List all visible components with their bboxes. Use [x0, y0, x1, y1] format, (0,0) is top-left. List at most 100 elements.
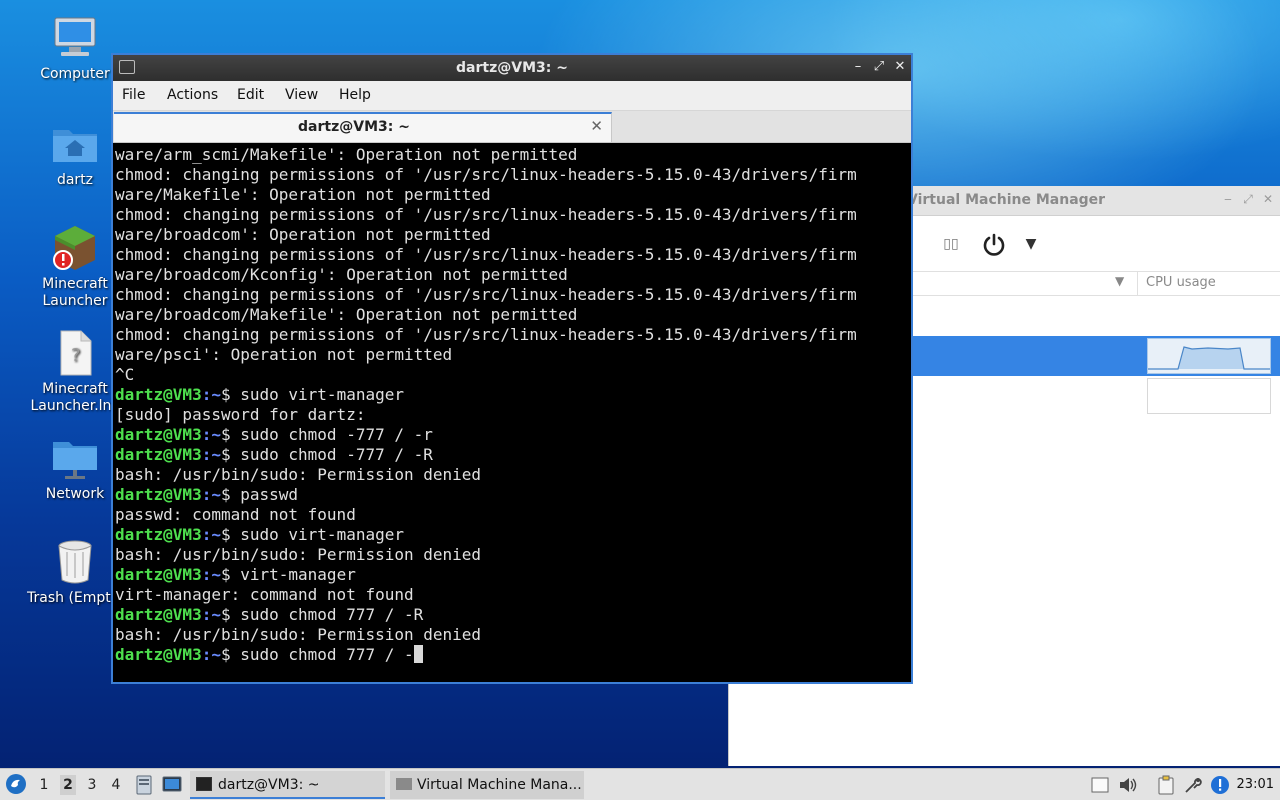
file-manager-launcher-icon[interactable] [136, 775, 152, 795]
workspace-4[interactable]: 4 [108, 777, 124, 793]
line-text: bash: /usr/bin/sudo: Permission denied [115, 625, 482, 644]
desktop-icon-minecraft-lnk[interactable]: ? Minecraft Launcher.lnk [27, 329, 123, 415]
terminal-launcher-icon[interactable] [162, 776, 182, 794]
desktop-icon-label: Network [45, 486, 105, 502]
terminal-output-line: chmod: changing permissions of '/usr/src… [115, 245, 909, 265]
workspace-2[interactable]: 2 [60, 775, 76, 795]
line-text: [sudo] password for dartz: [115, 405, 366, 424]
terminal-output-line: bash: /usr/bin/sudo: Permission denied [115, 545, 909, 565]
home-folder-icon [51, 120, 99, 168]
line-text: $ sudo chmod -777 / -R [220, 445, 433, 464]
maximize-icon[interactable]: ⤢ [871, 59, 887, 75]
line-text: chmod: changing permissions of '/usr/src… [115, 205, 857, 224]
menu-view[interactable]: View [285, 87, 318, 103]
line-text: chmod: changing permissions of '/usr/src… [115, 285, 857, 304]
workspace-1[interactable]: 1 [36, 777, 52, 793]
start-menu-icon[interactable] [5, 773, 27, 795]
prompt-path: :~ [201, 525, 221, 544]
terminal-output-line: passwd: command not found [115, 505, 909, 525]
volume-icon[interactable] [1118, 775, 1138, 795]
terminal-output-line: ware/broadcom/Makefile': Operation not p… [115, 305, 909, 325]
terminal-icon [196, 777, 212, 791]
desktop-icon-label: Minecraft Launcher [42, 276, 108, 309]
terminal-output-line: ^C [115, 365, 909, 385]
terminal-title: dartz@VM3: ~ [456, 60, 568, 76]
cpu-usage-graph [1147, 338, 1271, 374]
line-text: passwd: command not found [115, 505, 356, 524]
desktop-icon-trash[interactable]: Trash (Empty) [27, 538, 123, 607]
trash-icon [51, 538, 99, 586]
desktop-icon-computer[interactable]: Computer [27, 14, 123, 83]
task-terminal[interactable]: dartz@VM3: ~ [190, 771, 385, 799]
line-text: $ passwd [220, 485, 299, 504]
update-alert-icon[interactable] [1210, 775, 1230, 795]
line-text: bash: /usr/bin/sudo: Permission denied [115, 465, 482, 484]
prompt-path: :~ [201, 645, 221, 664]
task-label: dartz@VM3: ~ [218, 777, 320, 793]
terminal-command-line: dartz@VM3:~$ sudo chmod 777 / -R [115, 605, 909, 625]
line-text: $ sudo virt-manager [220, 525, 404, 544]
line-text: $ sudo chmod -777 / -r [220, 425, 433, 444]
minimize-icon[interactable]: – [850, 59, 866, 75]
line-text: $ sudo chmod 777 / - [220, 645, 414, 664]
terminal-menubar: File Actions Edit View Help [113, 81, 911, 111]
taskbar: 1 2 3 4 dartz@VM3: ~ Virtual Machine Man… [0, 768, 1280, 800]
clipboard-icon[interactable] [1156, 775, 1176, 795]
task-virt-manager[interactable]: Virtual Machine Mana... [390, 771, 584, 799]
power-button[interactable] [979, 228, 1009, 260]
desktop-icon-home[interactable]: dartz [27, 120, 123, 189]
virt-manager-icon [396, 778, 412, 790]
line-text: ware/broadcom/Makefile': Operation not p… [115, 305, 578, 324]
column-cpu-usage[interactable]: CPU usage [1137, 272, 1280, 296]
close-icon[interactable]: ✕ [1261, 192, 1275, 206]
desktop-icon-network[interactable]: Network [27, 434, 123, 503]
terminal-command-line: dartz@VM3:~$ sudo chmod -777 / -r [115, 425, 909, 445]
prompt-user: dartz@VM3 [115, 385, 202, 404]
terminal-tab-label: dartz@VM3: ~ [298, 119, 410, 135]
prompt-user: dartz@VM3 [115, 485, 202, 504]
cpu-usage-graph-empty [1147, 378, 1271, 414]
menu-help[interactable]: Help [339, 87, 371, 103]
network-icon[interactable] [1183, 775, 1203, 795]
terminal-output-line: ware/psci': Operation not permitted [115, 345, 909, 365]
terminal-titlebar[interactable]: dartz@VM3: ~ – ⤢ ✕ [113, 55, 911, 81]
terminal-command-line: dartz@VM3:~$ sudo virt-manager [115, 385, 909, 405]
prompt-path: :~ [201, 565, 221, 584]
prompt-user: dartz@VM3 [115, 425, 202, 444]
desktop-icon-label: dartz [56, 172, 94, 188]
maximize-icon[interactable]: ⤢ [1241, 192, 1255, 206]
power-icon [983, 233, 1005, 256]
terminal-output-line: ware/Makefile': Operation not permitted [115, 185, 909, 205]
line-text: ware/arm_scmi/Makefile': Operation not p… [115, 145, 578, 164]
sort-arrow-icon[interactable]: ▼ [1115, 274, 1124, 288]
terminal-output[interactable]: ware/arm_scmi/Makefile': Operation not p… [113, 145, 911, 682]
terminal-window[interactable]: dartz@VM3: ~ – ⤢ ✕ File Actions Edit Vie… [111, 53, 913, 684]
terminal-command-line: dartz@VM3:~$ sudo chmod -777 / -R [115, 445, 909, 465]
menu-actions[interactable]: Actions [167, 87, 218, 103]
desktop-icon-minecraft[interactable]: Minecraft Launcher [27, 224, 123, 310]
workspace-3[interactable]: 3 [84, 777, 100, 793]
terminal-cursor [413, 645, 423, 663]
desktop-icon-label: Minecraft Launcher.lnk [30, 381, 120, 414]
tab-close-icon[interactable]: ✕ [590, 117, 603, 135]
prompt-user: dartz@VM3 [115, 565, 202, 584]
close-icon[interactable]: ✕ [892, 59, 908, 75]
prompt-path: :~ [201, 445, 221, 464]
terminal-output-line: chmod: changing permissions of '/usr/src… [115, 165, 909, 185]
line-text: virt-manager: command not found [115, 585, 414, 604]
line-text: $ sudo virt-manager [220, 385, 404, 404]
minecraft-icon [51, 224, 99, 272]
clock[interactable]: 23:01 [1237, 777, 1274, 792]
terminal-output-line: bash: /usr/bin/sudo: Permission denied [115, 625, 909, 645]
terminal-tab[interactable]: dartz@VM3: ~ ✕ [114, 112, 612, 142]
task-label: Virtual Machine Mana... [417, 777, 582, 793]
pause-icon[interactable]: ▯▯ [939, 228, 963, 260]
minimize-icon[interactable]: ‒ [1221, 192, 1235, 206]
line-text: chmod: changing permissions of '/usr/src… [115, 245, 857, 264]
chevron-down-icon[interactable]: ▼ [1021, 228, 1041, 260]
menu-file[interactable]: File [122, 87, 145, 103]
notes-icon[interactable] [1090, 775, 1110, 795]
terminal-output-line: chmod: changing permissions of '/usr/src… [115, 325, 909, 345]
terminal-command-line: dartz@VM3:~$ virt-manager [115, 565, 909, 585]
menu-edit[interactable]: Edit [237, 87, 264, 103]
